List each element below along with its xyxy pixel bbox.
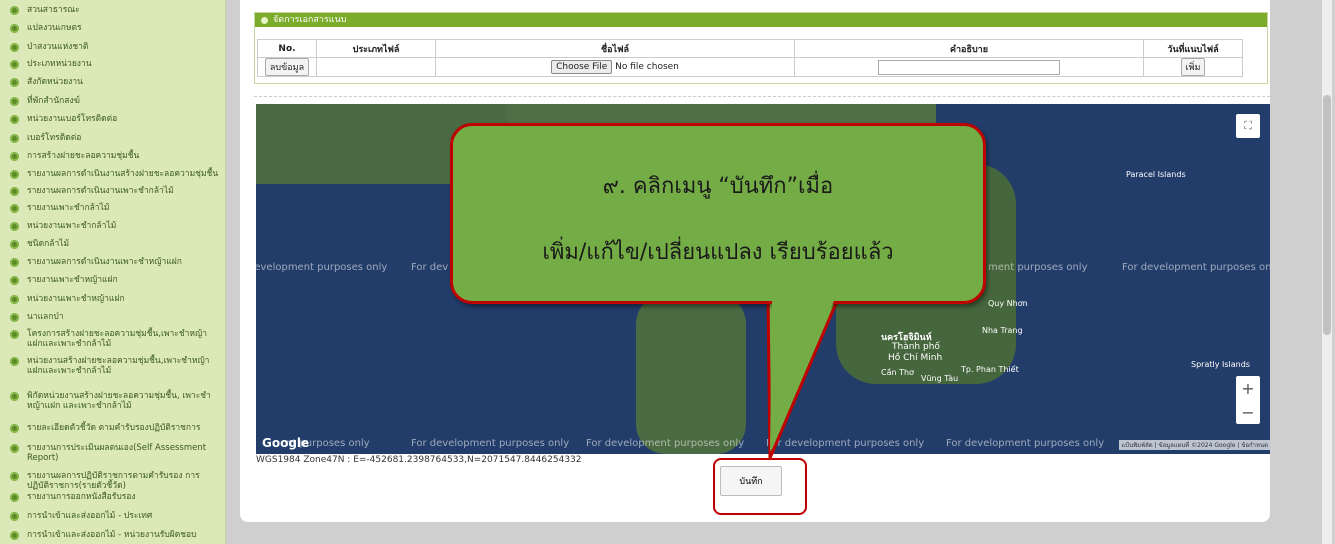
instruction-callout: ๙. คลิกเมนู “บันทึก”เมื่อ เพิ่ม/แก้ไข/เป… [450, 123, 986, 304]
callout-line-2: เพิ่ม/แก้ไข/เปลี่ยนแปลง เรียบร้อยแล้ว [542, 240, 894, 265]
callout-line-1: ๙. คลิกเมนู “บันทึก”เมื่อ [602, 174, 834, 199]
